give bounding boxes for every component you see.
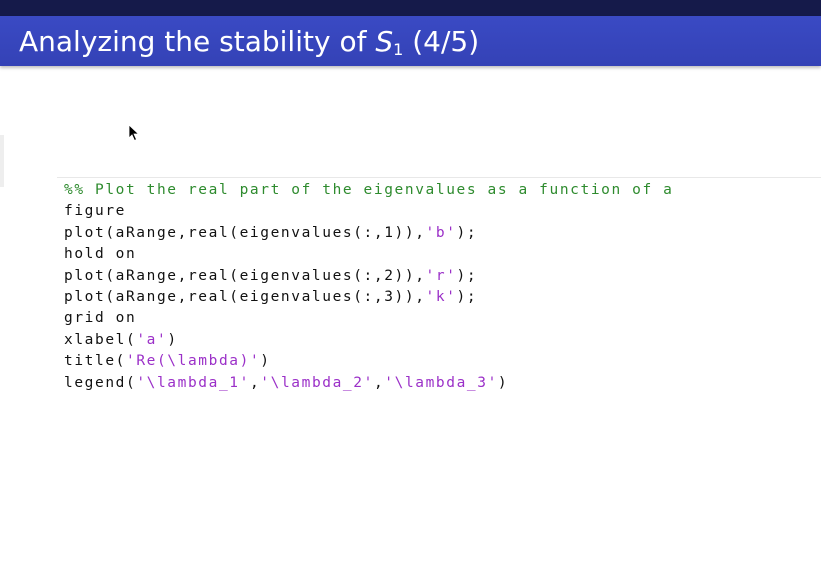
code-line: grid on [64, 308, 673, 329]
title-prefix: Analyzing the stability of [19, 25, 376, 58]
code-token: ); [456, 224, 478, 241]
mouse-pointer-icon [128, 124, 140, 142]
code-string: 'Re(\lambda)' [125, 353, 261, 370]
code-line: hold on [64, 244, 673, 265]
code-line: plot(aRange,real(eigenvalues(:,3)),'k'); [64, 287, 673, 308]
code-token: ) [167, 331, 178, 348]
left-edge-mark [0, 135, 4, 187]
code-token: , [373, 374, 385, 391]
code-string: 'r' [425, 267, 457, 284]
code-token: plot(aRange,real(eigenvalues(:,3)), [64, 288, 426, 305]
title-variable: S [375, 25, 394, 58]
code-line: xlabel('a') [64, 330, 673, 351]
code-token: title( [64, 353, 126, 370]
code-token: hold on [64, 246, 137, 263]
code-string: 'a' [136, 331, 168, 348]
slide: Analyzing the stability of S1 (4/5) %% P… [0, 0, 821, 577]
code-string: '\lambda_2' [260, 374, 374, 391]
code-string: 'k' [425, 288, 457, 305]
code-line: legend('\lambda_1','\lambda_2','\lambda_… [64, 373, 673, 394]
code-token: , [249, 374, 261, 391]
matlab-code: %% Plot the real part of the eigenvalues… [64, 180, 673, 394]
code-token: figure [64, 203, 126, 220]
code-string: 'b' [425, 224, 457, 241]
code-token: ) [497, 374, 509, 391]
code-token: xlabel( [64, 331, 137, 348]
slide-title: Analyzing the stability of S1 (4/5) [19, 24, 479, 60]
title-suffix: (4/5) [403, 25, 480, 58]
code-token: grid on [64, 310, 137, 327]
title-subscript: 1 [393, 40, 404, 59]
code-line: figure [64, 201, 673, 222]
code-line: title('Re(\lambda)') [64, 351, 673, 372]
code-line: %% Plot the real part of the eigenvalues… [64, 180, 673, 201]
code-string: '\lambda_3' [384, 374, 498, 391]
code-token: ) [260, 353, 271, 370]
top-strip [0, 0, 821, 16]
code-token: plot(aRange,real(eigenvalues(:,2)), [64, 267, 426, 284]
code-string: '\lambda_1' [136, 374, 250, 391]
code-token: legend( [64, 374, 137, 391]
code-line: plot(aRange,real(eigenvalues(:,2)),'r'); [64, 266, 673, 287]
code-token: plot(aRange,real(eigenvalues(:,1)), [64, 224, 426, 241]
code-comment: %% Plot the real part of the eigenvalues… [64, 182, 674, 198]
code-token: ); [456, 267, 478, 284]
code-line: plot(aRange,real(eigenvalues(:,1)),'b'); [64, 223, 673, 244]
code-token: ); [456, 288, 478, 305]
